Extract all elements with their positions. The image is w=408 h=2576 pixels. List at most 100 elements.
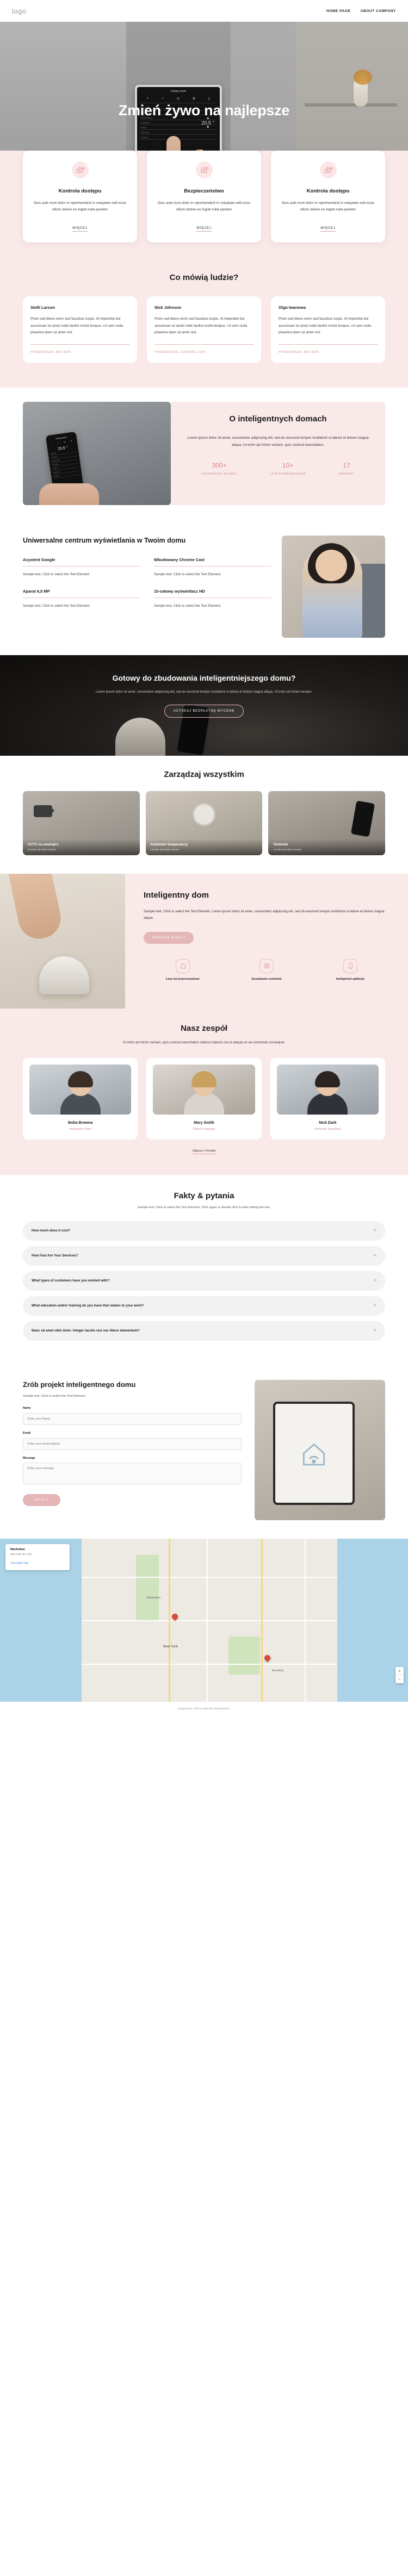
smart-home-title: Inteligentny dom xyxy=(144,891,209,900)
manage-card[interactable]: Kontroler temperatury Ut enim ad minim v… xyxy=(145,791,263,856)
divider xyxy=(23,566,140,567)
zoom-out-button[interactable]: − xyxy=(395,1675,404,1683)
feature-card-link[interactable]: WIĘCEJ xyxy=(72,227,88,232)
manage-card-title: Terbinite xyxy=(273,843,288,847)
map-zoom-controls[interactable]: + − xyxy=(395,1666,404,1683)
learn-more-button[interactable]: DOWIEDZ WIĘCEJ xyxy=(144,931,194,944)
site-footer: Sample text. Click to select the Text El… xyxy=(0,1701,408,1718)
team-member-role: Główny Księgowy xyxy=(193,1127,215,1131)
manage-card[interactable]: Terbinite Ut enim ad minim veniam xyxy=(268,791,386,856)
testimonial-card: Stelli Larson Proin sed libero enim sed … xyxy=(23,296,137,363)
testimonial-card: Olga Iwanowa Proin sed libero enim sed f… xyxy=(271,296,385,363)
photo-credit-link[interactable]: Zdjęcia z Freepik xyxy=(192,1149,216,1154)
feature-card-link[interactable]: WIĘCEJ xyxy=(320,227,336,232)
feature-item-text: Sample text. Click to select the Text El… xyxy=(23,603,90,608)
device-icon: ▯ xyxy=(208,97,211,101)
plus-icon[interactable]: + xyxy=(373,1303,376,1309)
stat-number: 17 xyxy=(343,461,350,469)
contact-subtitle: Sample text. Click to select the Text El… xyxy=(23,1395,86,1398)
map-info-card[interactable]: Manhattan New York, NY, USA View larger … xyxy=(5,1544,70,1570)
contact-title: Zrób projekt inteligentnego domu xyxy=(23,1380,136,1389)
site-header: logo HOME PAGE ABOUT COMPANY xyxy=(0,0,408,22)
map-card-address: New York, NY, USA xyxy=(10,1552,32,1555)
faq-item[interactable]: What types of customers have you worked … xyxy=(23,1271,385,1291)
main-navigation: HOME PAGE ABOUT COMPANY xyxy=(326,9,396,13)
name-label: Name xyxy=(23,1407,31,1410)
map-label-new-york: New York xyxy=(163,1645,178,1648)
plus-icon[interactable]: + xyxy=(373,1328,376,1334)
name-input[interactable] xyxy=(23,1413,242,1426)
team-member-role: Architektury Pełni xyxy=(69,1127,91,1131)
testimonial-author: Olga Iwanowa xyxy=(279,305,306,310)
feature-card[interactable]: Bezpieczeństwo Duis aute irure dolor in … xyxy=(147,151,261,243)
map-label-brooklyn: Brooklyn xyxy=(272,1669,284,1672)
feature-item-text: Sample text. Click to select the Text El… xyxy=(23,573,90,577)
feature-card-text: Duis aute irure dolor in reprehenderit i… xyxy=(34,201,126,212)
features-image xyxy=(282,536,385,638)
team-member-card: Nick Dark Kierownik Sprzedaży xyxy=(270,1057,385,1140)
plus-icon[interactable]: + xyxy=(373,1278,376,1284)
message-textarea[interactable] xyxy=(23,1463,242,1485)
manage-card-title: CCTV na zewnątrz xyxy=(28,843,59,847)
testimonial-author: Stelli Larson xyxy=(30,305,55,310)
divider xyxy=(154,344,254,345)
faq-item[interactable]: What education and/or training do you ha… xyxy=(23,1296,385,1316)
feature-card[interactable]: Kontrola dostępu Duis aute irure dolor i… xyxy=(271,151,385,243)
testimonial-date: PONIEDZIAŁEK, MAJ 2024 xyxy=(279,351,319,354)
message-field-group: Message xyxy=(23,1457,242,1487)
manage-card[interactable]: CCTV na zewnątrz Ut enim ad minim veniam xyxy=(23,791,140,856)
testimonial-text: Proin sed libero enim sed faucibus turpi… xyxy=(154,317,248,335)
smart-feature-label: Łazy się bezprzewodowo xyxy=(166,977,200,981)
feature-item-title: Wbudowany Chrome Cast xyxy=(154,557,205,563)
about-text: Lorem ipsum dolor sit amet, consectetur … xyxy=(187,435,369,447)
faq-item[interactable]: How Fast Are Your Services? + xyxy=(23,1246,385,1266)
team-member-role: Kierownik Sprzedaży xyxy=(314,1127,341,1131)
contact-image xyxy=(255,1379,385,1520)
feature-item-text: Sample text. Click to select the Text El… xyxy=(154,603,221,608)
stat-item: 10+ LATA DOŚWIADCZENIA xyxy=(270,462,306,477)
map-card-title: Manhattan xyxy=(10,1547,25,1551)
team-member-name: Mary Smith xyxy=(194,1121,214,1125)
panel-room-label: Living room xyxy=(170,90,187,93)
cta-button[interactable]: UZYSKAJ BEZPŁATNĄ WYCENĘ xyxy=(164,704,244,718)
divider xyxy=(30,344,129,345)
plus-icon[interactable]: + xyxy=(373,1228,376,1234)
home-icon: ⌂ xyxy=(57,441,59,444)
message-label: Message xyxy=(23,1457,35,1460)
team-member-card: Boba Browna Architektury Pełni xyxy=(23,1057,138,1140)
about-section: Living room ◔ ⌂ ◎ ✳ 20,5 ° Monday Tuesday W… xyxy=(0,388,408,522)
phone-icon xyxy=(350,800,375,837)
feature-card-text: Duis aute irure dolor in reprehenderit i… xyxy=(158,201,250,212)
plus-icon[interactable]: + xyxy=(373,1253,376,1259)
team-text: Ut enim ad minim veniam, quis nostrud ex… xyxy=(122,1041,286,1045)
feature-cards-section: Kontrola dostępu Duis aute irure dolor i… xyxy=(0,151,408,262)
feature-item-title: Aparat 6,5 MP xyxy=(23,588,50,594)
manage-title: Zarządzaj wszystkim xyxy=(164,770,244,780)
faq-title: Fakty & pytania xyxy=(174,1191,234,1200)
feature-card-link[interactable]: WIĘCEJ xyxy=(196,227,212,232)
faq-item[interactable]: How much does it cost? + xyxy=(23,1221,385,1241)
feature-card[interactable]: Kontrola dostępu Duis aute irure dolor i… xyxy=(23,151,137,243)
fan-icon: ◎ xyxy=(176,97,180,101)
feature-item-title: Asystent Google xyxy=(23,557,55,563)
smart-feature-label: Zarządzanie centralnie xyxy=(251,977,282,981)
submit-button[interactable]: WYŚLIJ xyxy=(23,1494,61,1507)
email-input[interactable] xyxy=(23,1438,242,1451)
zoom-in-button[interactable]: + xyxy=(395,1667,404,1675)
nav-item-about-company[interactable]: ABOUT COMPANY xyxy=(361,9,396,13)
faq-subtitle: Sample text. Click to select the Text El… xyxy=(137,1205,271,1209)
thermostat-icon: ⌂ xyxy=(162,97,164,100)
map-section[interactable]: New York Manhattan Brooklyn Manhattan Ne… xyxy=(0,1538,408,1702)
about-title: O inteligentnych domach xyxy=(229,414,327,424)
fan-icon: ◎ xyxy=(63,440,66,444)
logo[interactable]: logo xyxy=(12,7,27,15)
lightbulb-icon: ◐ xyxy=(146,97,149,100)
avatar xyxy=(276,1064,379,1115)
statistics-row: 300+ ZADOWOLENI KLIENCI 10+ LATA DOŚWIAD… xyxy=(185,462,371,477)
smart-feature: Inteligentne aplikacje xyxy=(311,959,390,982)
thermostat-icon xyxy=(193,803,215,826)
nav-item-home-page[interactable]: HOME PAGE xyxy=(326,9,351,13)
map-larger-link[interactable]: View larger map xyxy=(10,1561,28,1564)
footer-text: Sample text. Click to select the Text El… xyxy=(178,1707,230,1710)
faq-item[interactable]: Nunc sit amet nibh dolor. Integer iaculi… xyxy=(23,1321,385,1341)
